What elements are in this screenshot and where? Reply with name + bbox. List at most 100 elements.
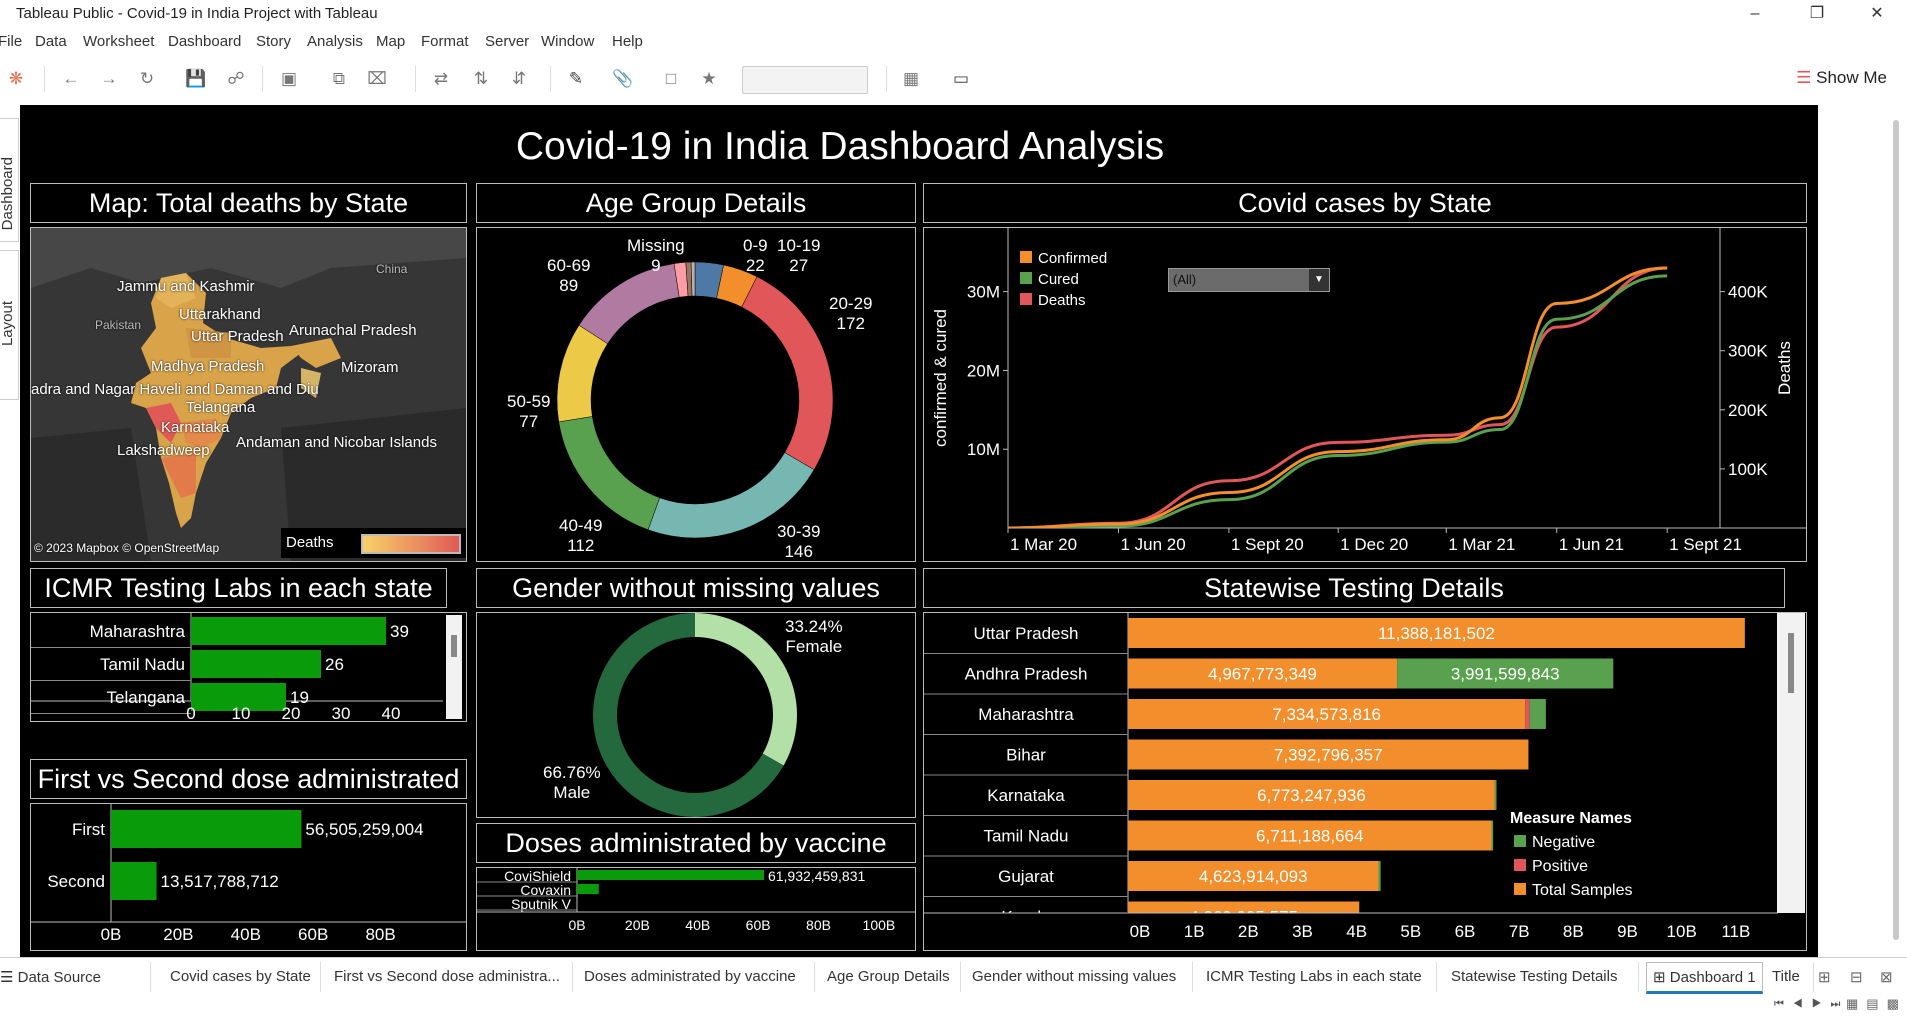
swatch-red	[1020, 293, 1032, 305]
legend-deaths[interactable]: Deaths	[1020, 290, 1107, 311]
menu-worksheet[interactable]: Worksheet	[83, 33, 154, 50]
sheet-navigation-arrows[interactable]: ⏮◀▶⏭	[1774, 998, 1849, 1011]
series-line-cured	[1008, 274, 1668, 528]
tab-age-group[interactable]: Age Group Details	[827, 968, 950, 985]
presentation-mode-icon[interactable]: ▭	[950, 68, 972, 90]
layout-side-tab[interactable]: Layout	[0, 250, 19, 400]
bar-value-label: 26	[325, 655, 344, 674]
tab-statewise-testing[interactable]: Statewise Testing Details	[1451, 968, 1617, 985]
state-label: Andhra Pradesh	[965, 665, 1088, 684]
vaccine-panel: CoviShield 61,932,459,831 Covaxin Sputnik V…	[476, 867, 916, 951]
bar-value-label: 61,932,459,831	[768, 868, 866, 884]
icmr-scrollbar[interactable]	[446, 615, 462, 719]
new-worksheet-tab-icon[interactable]: ⊞	[1818, 968, 1831, 986]
age-label-5: 50-59 77	[507, 392, 551, 431]
state-label: Uttar Pradesh	[974, 624, 1079, 643]
axis-tick-label: 0B	[101, 925, 122, 944]
bar-negative	[1378, 861, 1381, 891]
dashboard-canvas: Covid-19 in India Dashboard Analysis Map…	[20, 105, 1818, 957]
replay-icon[interactable]: ↻	[136, 68, 158, 90]
axis-tick-label: 4B	[1346, 922, 1367, 941]
restore-button[interactable]: ❐	[1797, 2, 1837, 26]
menu-file[interactable]: File	[0, 33, 22, 50]
axis-tick-label: 3B	[1292, 922, 1313, 941]
age-panel: 0-9 22 10-19 27 20-29 172 30-39 146 40-49 112…	[476, 227, 916, 562]
axis-tick-label: 7B	[1509, 922, 1530, 941]
tab-title[interactable]: Title	[1772, 968, 1800, 985]
map-panel[interactable]: Jammu and Kashmir Uttarakhand Uttar Prad…	[30, 227, 467, 562]
map-label: adra and Nagar Haveli and Daman and Diu	[31, 381, 319, 398]
deaths-gradient	[361, 534, 461, 554]
menu-map[interactable]: Map	[376, 33, 405, 50]
new-worksheet-icon[interactable]: ▣	[278, 68, 300, 90]
bar	[111, 810, 302, 848]
testing-scrollbar[interactable]	[1777, 613, 1805, 913]
menu-help[interactable]: Help	[612, 33, 643, 50]
legend-confirmed[interactable]: Confirmed	[1020, 248, 1107, 269]
axis-tick-label: 20B	[163, 925, 193, 944]
minimize-button[interactable]: –	[1735, 2, 1775, 26]
fit-dropdown[interactable]	[742, 66, 868, 94]
sort-ascending-icon[interactable]: ⇅	[470, 68, 492, 90]
new-story-tab-icon[interactable]: ⊠	[1880, 968, 1893, 986]
doses-bar-chart[interactable]: First 56,505,259,004 Second 13,517,788,712 0…	[31, 804, 466, 950]
legend-negative[interactable]: Negative	[1510, 831, 1633, 855]
map-attribution[interactable]: © 2023 Mapbox © OpenStreetMap	[34, 541, 219, 555]
map-label: Uttarakhand	[179, 306, 261, 323]
show-cards-icon[interactable]: ▦	[900, 68, 922, 90]
swap-icon[interactable]: ⇄	[430, 68, 452, 90]
age-title: Age Group Details	[476, 183, 916, 223]
highlight-icon[interactable]: ✎	[565, 68, 587, 90]
bar-negative	[1491, 820, 1494, 851]
tab-gender[interactable]: Gender without missing values	[972, 968, 1176, 985]
legend-total-samples[interactable]: Total Samples	[1510, 879, 1633, 903]
tab-icmr-labs[interactable]: ICMR Testing Labs in each state	[1206, 968, 1422, 985]
legend-positive[interactable]: Positive	[1510, 855, 1633, 879]
icmr-bar-chart[interactable]: Maharashtra 39Tamil Nadu 26Telangana 190 10 2…	[31, 613, 466, 721]
tab-doses-vaccine[interactable]: Doses administrated by vaccine	[584, 968, 796, 985]
menu-server[interactable]: Server	[485, 33, 529, 50]
x-tick-label: 1 Mar 20	[1010, 535, 1077, 554]
menu-window[interactable]: Window	[541, 33, 594, 50]
vaccine-bar-chart[interactable]: CoviShield 61,932,459,831CovaxinSputnik V…	[477, 868, 915, 950]
legend-cured[interactable]: Cured	[1020, 269, 1107, 290]
clear-sheet-icon[interactable]: ⌧	[366, 68, 388, 90]
menu-story[interactable]: Story	[256, 33, 291, 50]
tab-covid-cases[interactable]: Covid cases by State	[170, 968, 311, 985]
menu-data[interactable]: Data	[35, 33, 67, 50]
tab-data-source[interactable]: ☰ Data Source	[0, 968, 101, 986]
bar	[111, 862, 157, 900]
sheet-tab-bar: ☰ Data Source Covid cases by State First…	[0, 957, 1907, 1018]
vertical-scrollbar[interactable]	[1893, 120, 1899, 940]
tableau-logo-icon[interactable]: ❋	[5, 68, 27, 90]
duplicate-icon[interactable]: ⧉	[328, 68, 350, 90]
state-label: Tamil Nadu	[983, 827, 1068, 846]
total-value-label: 7,392,796,357	[1274, 746, 1383, 765]
testing-bar-chart[interactable]: Uttar Pradesh 11,388,181,502 Andhra Prades…	[924, 613, 1806, 950]
sort-descending-icon[interactable]: ⇵	[508, 68, 530, 90]
tab-first-second-dose[interactable]: First vs Second dose administra...	[334, 968, 560, 985]
save-icon[interactable]: 💾	[185, 68, 207, 90]
state-filter-dropdown[interactable]: (All) ▼	[1168, 268, 1330, 292]
close-button[interactable]: ✕	[1857, 2, 1897, 26]
menu-analysis[interactable]: Analysis	[307, 33, 363, 50]
group-icon[interactable]: 📎	[612, 68, 634, 90]
pin-icon[interactable]: ★	[698, 68, 720, 90]
dashboard-side-tab[interactable]: Dashboard	[0, 118, 19, 242]
show-me-button[interactable]: ☰ Show Me	[1796, 68, 1887, 88]
menu-format[interactable]: Format	[421, 33, 469, 50]
redo-icon[interactable]: →	[98, 68, 120, 90]
state-label: Bihar	[1006, 746, 1046, 765]
axis-tick-label: 20B	[625, 917, 650, 933]
menu-dashboard[interactable]: Dashboard	[168, 33, 241, 50]
show-labels-icon[interactable]: □	[660, 68, 682, 90]
total-value-label: 6,773,247,936	[1257, 786, 1366, 805]
view-mode-icons[interactable]: ▦▤▩	[1846, 996, 1907, 1012]
new-dashboard-tab-icon[interactable]: ⊟	[1850, 968, 1863, 986]
undo-icon[interactable]: ←	[60, 68, 82, 90]
tab-dashboard-1[interactable]: ⊞ Dashboard 1	[1646, 962, 1763, 994]
bar-category-label: First	[72, 820, 105, 839]
new-data-source-icon[interactable]: ☍	[225, 68, 247, 90]
chevron-down-icon[interactable]: ▼	[1309, 269, 1329, 291]
age-label-1: 10-19 27	[777, 236, 821, 275]
